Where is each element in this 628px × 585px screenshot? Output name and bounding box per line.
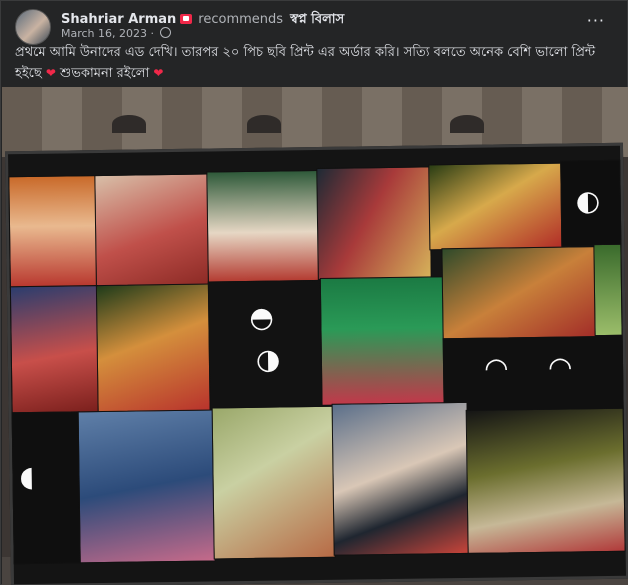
recommend-badge-icon <box>180 14 193 24</box>
print-photo: ◐ <box>560 159 622 247</box>
print-photo <box>465 407 626 554</box>
print-photo <box>9 285 100 415</box>
print-photo: ◠ ◠ <box>442 335 624 413</box>
more-options-icon[interactable]: ··· <box>587 11 605 30</box>
silhouette-icon: ◑ <box>255 342 281 376</box>
post-photo[interactable]: ◐ ◓ ◑ ◠ ◠ ◖ <box>2 87 628 585</box>
post-header: Shahriar Arman recommends স্বপ্ন বিলাস Ma… <box>1 1 627 45</box>
print-photo <box>441 246 597 341</box>
print-photo <box>211 405 336 560</box>
silhouette-icon: ◠ <box>547 350 573 384</box>
print-photo <box>593 243 623 337</box>
curtain-ornament <box>247 115 281 133</box>
facebook-post: Shahriar Arman recommends স্বপ্ন বিলাস Ma… <box>0 0 628 585</box>
print-photo <box>206 169 320 284</box>
print-photo: ◖ <box>11 411 82 565</box>
post-date[interactable]: March 16, 2023 <box>61 27 147 40</box>
heart-icon-2: ❤ <box>153 66 164 80</box>
globe-icon <box>159 27 171 38</box>
print-photo <box>319 276 446 406</box>
print-photo <box>428 162 564 251</box>
print-photo <box>331 401 470 556</box>
meta-separator: · <box>150 27 155 40</box>
print-photo <box>94 173 210 288</box>
curtain-ornament <box>112 115 146 133</box>
post-text: প্রথমে আমি উনাদের এড দেখি। তারপর ২০ পিচ … <box>15 43 615 84</box>
photo-print-board: ◐ ◓ ◑ ◠ ◠ ◖ <box>4 142 628 585</box>
author-name[interactable]: Shahriar Arman <box>61 12 176 27</box>
author-avatar[interactable] <box>15 9 51 45</box>
print-photo <box>8 175 98 289</box>
print-photo <box>95 283 212 414</box>
print-photo: ◓ ◑ <box>207 279 324 410</box>
page-name[interactable]: স্বপ্ন বিলাস <box>290 12 344 27</box>
silhouette-icon: ◠ <box>483 351 509 385</box>
post-text-wish: শুভকামনা রইলো <box>60 66 150 81</box>
silhouette-icon: ◐ <box>575 184 601 218</box>
print-photo <box>77 409 216 564</box>
silhouette-icon: ◖ <box>19 459 35 494</box>
print-photo <box>316 166 432 280</box>
heart-icon: ❤ <box>45 66 56 80</box>
post-meta: March 16, 2023 · <box>61 27 171 40</box>
silhouette-icon: ◓ <box>249 300 274 334</box>
recommends-label: recommends <box>198 12 284 27</box>
curtain-ornament <box>450 115 484 133</box>
